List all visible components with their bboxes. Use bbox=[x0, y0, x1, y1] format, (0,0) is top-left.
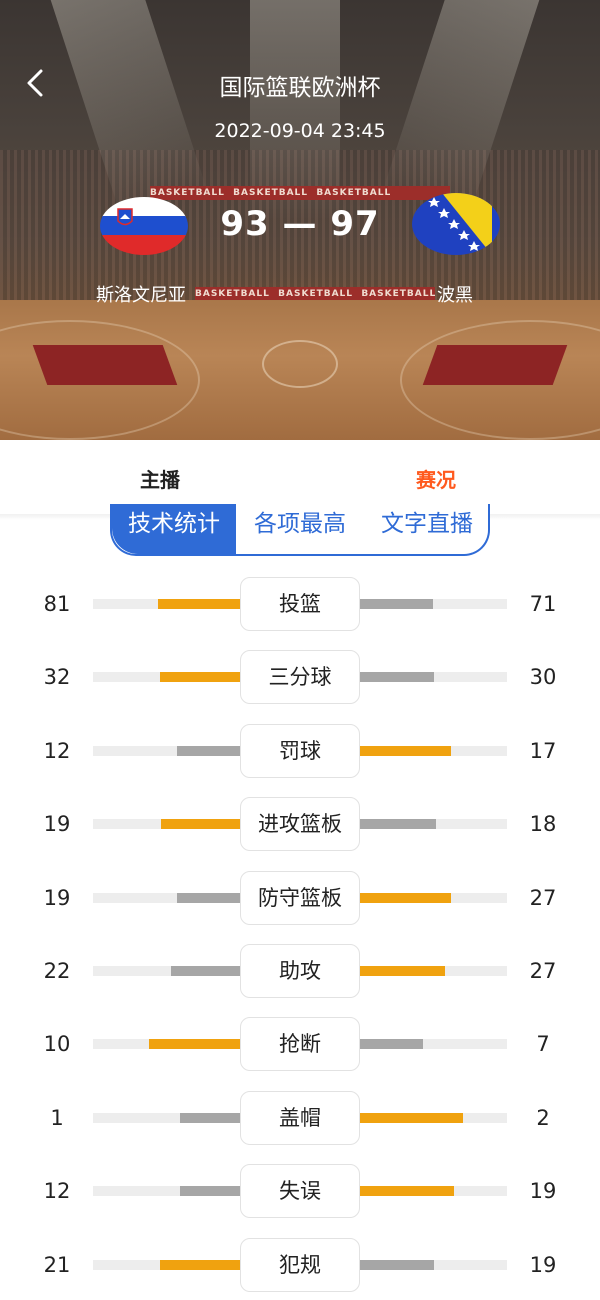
stats-panel: 技术统计 各项最高 文字直播 81 投篮 71 32 三分球 30 12 罚球 17 19 进攻篮板… bbox=[0, 504, 600, 1300]
competition-title: 国际篮联欧洲杯 bbox=[219, 75, 381, 101]
away-stat-value: 71 bbox=[529, 592, 557, 616]
tab-top-performers[interactable]: 各项最高 bbox=[236, 504, 364, 554]
stat-row: 19 进攻篮板 18 bbox=[0, 797, 600, 857]
away-stat-value: 19 bbox=[529, 1179, 557, 1204]
match-score: 93 — 97 bbox=[220, 204, 380, 244]
home-stat-value: 21 bbox=[43, 1252, 71, 1277]
tab-technical-stats[interactable]: 技术统计 bbox=[112, 504, 236, 554]
stat-row: 12 罚球 17 bbox=[0, 723, 600, 784]
match-datetime: 2022-09-04 23:45 bbox=[214, 120, 386, 142]
stat-row: 32 三分球 30 bbox=[0, 650, 600, 710]
court-floor bbox=[0, 300, 600, 440]
stat-label: 失误 bbox=[240, 1164, 360, 1219]
stats-segmented-control: 技术统计 各项最高 文字直播 bbox=[110, 504, 490, 556]
home-stat-track bbox=[93, 599, 240, 609]
main-tab-bar: 主播 赛况 bbox=[0, 440, 600, 514]
home-stat-bar bbox=[180, 1112, 240, 1123]
away-stat-bar bbox=[360, 966, 445, 976]
away-stat-bar bbox=[360, 1259, 434, 1270]
stat-label: 盖帽 bbox=[240, 1090, 360, 1145]
home-stat-bar bbox=[158, 599, 240, 609]
away-stat-value: 2 bbox=[536, 1105, 550, 1130]
away-stat-track bbox=[360, 819, 507, 830]
away-stat-bar bbox=[360, 1186, 454, 1197]
away-stat-value: 27 bbox=[529, 885, 557, 910]
away-stat-value: 30 bbox=[529, 665, 557, 690]
away-stat-track bbox=[360, 599, 507, 609]
stat-row: 22 助攻 27 bbox=[0, 944, 600, 1004]
stat-label: 投篮 bbox=[240, 577, 360, 631]
stat-label: 防守篮板 bbox=[240, 870, 360, 925]
home-stat-value: 1 bbox=[50, 1105, 64, 1130]
home-stat-bar bbox=[161, 819, 240, 830]
tab-anchor[interactable]: 主播 bbox=[140, 464, 180, 493]
home-stat-bar bbox=[177, 892, 240, 903]
away-stat-value: 18 bbox=[529, 812, 557, 837]
away-stat-track bbox=[360, 1039, 507, 1050]
tab-text-live[interactable]: 文字直播 bbox=[364, 504, 488, 554]
home-stat-value: 81 bbox=[43, 592, 71, 616]
stat-label: 抢断 bbox=[240, 1017, 360, 1072]
away-stat-track bbox=[360, 1186, 507, 1197]
away-stat-track bbox=[360, 672, 507, 683]
away-stat-bar bbox=[360, 819, 436, 830]
away-stat-track bbox=[360, 892, 507, 903]
away-stat-value: 17 bbox=[529, 738, 557, 763]
home-stat-bar bbox=[160, 1259, 240, 1270]
stat-row: 1 盖帽 2 bbox=[0, 1090, 600, 1151]
home-stat-track bbox=[93, 745, 240, 756]
match-header: BASKETBALL BASKETBALL BASKETBALL BASKETB… bbox=[0, 0, 600, 440]
home-stat-track bbox=[93, 672, 240, 683]
stat-row: 21 犯规 19 bbox=[0, 1237, 600, 1298]
home-stat-bar bbox=[177, 745, 240, 756]
arena-banner: BASKETBALL BASKETBALL BASKETBALL bbox=[150, 186, 450, 200]
stat-label: 助攻 bbox=[240, 944, 360, 998]
home-stat-track bbox=[93, 1186, 240, 1197]
home-stat-track bbox=[93, 819, 240, 830]
stat-label: 犯规 bbox=[240, 1237, 360, 1292]
away-stat-bar bbox=[360, 1039, 423, 1050]
away-stat-bar bbox=[360, 599, 433, 609]
home-stat-value: 32 bbox=[43, 665, 71, 690]
away-stat-bar bbox=[360, 672, 434, 683]
stat-row: 12 失误 19 bbox=[0, 1164, 600, 1224]
stat-row: 19 防守篮板 27 bbox=[0, 870, 600, 931]
home-stat-bar bbox=[149, 1039, 240, 1050]
home-stat-bar bbox=[160, 672, 240, 683]
home-stat-value: 19 bbox=[43, 885, 71, 910]
home-stat-value: 12 bbox=[43, 738, 71, 763]
home-stat-value: 10 bbox=[43, 1032, 71, 1057]
away-stat-track bbox=[360, 966, 507, 976]
home-stat-bar bbox=[171, 966, 240, 976]
away-stat-value: 7 bbox=[536, 1032, 550, 1057]
away-stat-bar bbox=[360, 1112, 463, 1123]
away-team-name: 波黑 bbox=[437, 285, 473, 306]
stat-label: 三分球 bbox=[240, 650, 360, 705]
home-stat-track bbox=[93, 1039, 240, 1050]
home-stat-value: 22 bbox=[43, 959, 71, 983]
away-stat-value: 19 bbox=[529, 1252, 557, 1277]
arena-banner: BASKETBALL BASKETBALL BASKETBALL bbox=[195, 287, 435, 301]
away-stat-track bbox=[360, 1112, 507, 1123]
away-stat-value: 27 bbox=[529, 959, 557, 983]
home-stat-value: 12 bbox=[43, 1179, 71, 1204]
home-stat-bar bbox=[180, 1186, 240, 1197]
stat-label: 罚球 bbox=[240, 723, 360, 778]
away-stat-track bbox=[360, 1259, 507, 1270]
away-stat-track bbox=[360, 745, 507, 756]
away-stat-bar bbox=[360, 745, 451, 756]
home-stat-track bbox=[93, 892, 240, 903]
home-stat-track bbox=[93, 1112, 240, 1123]
home-stat-track bbox=[93, 966, 240, 976]
home-stat-value: 19 bbox=[43, 812, 71, 837]
stat-label: 进攻篮板 bbox=[240, 797, 360, 852]
slovenia-flag-icon bbox=[100, 197, 188, 255]
stat-row: 10 抢断 7 bbox=[0, 1017, 600, 1077]
stat-row: 81 投篮 71 bbox=[0, 577, 600, 637]
bosnia-herzegovina-flag-icon bbox=[412, 193, 500, 255]
tab-match-status[interactable]: 赛况 bbox=[416, 464, 456, 493]
home-stat-track bbox=[93, 1259, 240, 1270]
home-team-name: 斯洛文尼亚 bbox=[96, 285, 186, 306]
away-stat-bar bbox=[360, 892, 451, 903]
